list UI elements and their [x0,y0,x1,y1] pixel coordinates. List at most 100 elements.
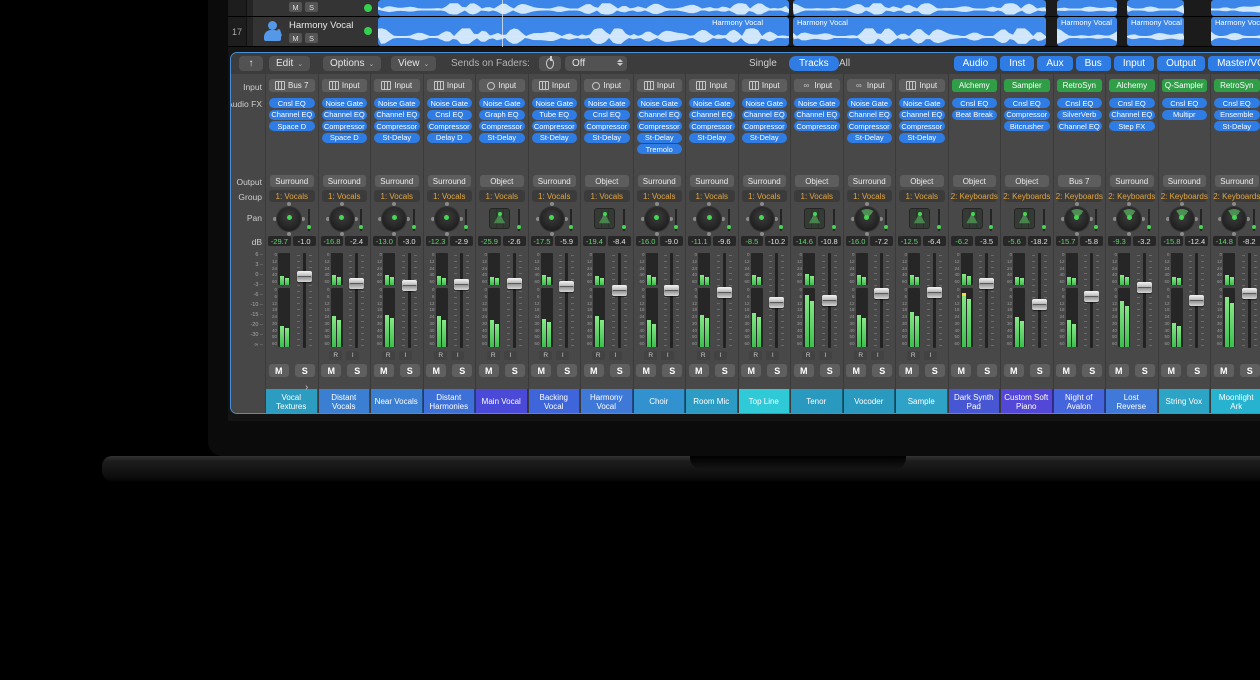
input-monitor-button[interactable]: I [661,351,674,360]
pan-control[interactable] [1001,205,1053,235]
group-slot[interactable]: 1: Vocals [269,190,315,202]
group-slot[interactable]: 2: Keyboards [952,190,998,202]
record-enable-button[interactable]: R [697,351,710,360]
track-name-tag[interactable]: Night of Avalon [1054,389,1106,414]
audio-region[interactable]: Harmony Vocal [378,17,789,46]
surround-pan-knob[interactable] [645,207,669,231]
volume-fader[interactable] [1137,253,1153,348]
group-slot[interactable]: 2: Keyboards [1004,190,1050,202]
volume-db-value[interactable]: -16.0 [846,236,869,246]
fader-cap[interactable] [297,271,312,282]
output-slot[interactable]: Surround [533,175,577,187]
input-slot[interactable]: Input [742,79,788,92]
track-name-tag[interactable]: Sample [896,389,948,414]
volume-fader[interactable] [1032,253,1048,348]
fx-plugin-slot[interactable]: Compressor [532,121,578,131]
input-slot[interactable]: Input [637,79,683,92]
track-header[interactable]: M S [253,0,378,16]
fx-plugin-slot[interactable]: Compressor [742,121,788,131]
fx-plugin-slot[interactable]: St-Delay [689,133,735,143]
volume-fader[interactable] [1084,253,1100,348]
input-monitor-button[interactable]: I [504,351,517,360]
pan-control[interactable] [476,205,528,235]
surround-pan-knob[interactable] [750,207,774,231]
volume-fader[interactable] [297,253,313,348]
surround-pan-knob[interactable] [1117,207,1141,231]
solo-button[interactable]: S [295,364,315,377]
solo-button[interactable]: S [1240,364,1260,377]
group-slot[interactable]: 1: Vocals [479,190,525,202]
input-monitor-button[interactable]: I [766,351,779,360]
solo-button[interactable]: S [872,364,892,377]
fx-plugin-slot[interactable]: Cnsl EQ [1109,98,1155,108]
volume-fader[interactable] [1189,253,1205,348]
fx-plugin-slot[interactable]: Noise Gate [742,98,788,108]
solo-button[interactable]: S [347,364,367,377]
record-enable-button[interactable]: R [329,351,342,360]
fx-plugin-slot[interactable]: Noise Gate [584,98,630,108]
fader-cap[interactable] [349,278,364,289]
fx-plugin-slot[interactable]: Compressor [427,121,473,131]
fx-plugin-slot[interactable]: Delay D [427,133,473,143]
group-slot[interactable]: 1: Vocals [689,190,735,202]
object-panner-pad[interactable] [1014,208,1035,229]
input-slot[interactable]: Input [689,79,735,92]
fx-plugin-slot[interactable]: Channel EQ [322,110,368,120]
channel-format-icon[interactable] [696,81,706,90]
audio-region[interactable] [1057,0,1117,16]
fx-plugin-slot[interactable]: Step FX [1109,121,1155,131]
volume-fader[interactable] [349,253,365,348]
channel-format-icon[interactable] [275,81,285,90]
instrument-slot[interactable]: Q-Sampler [1162,79,1208,92]
output-slot[interactable]: Object [1005,175,1049,187]
solo-button[interactable]: S [557,364,577,377]
peak-db-value[interactable]: -9.0 [660,236,683,246]
fx-plugin-slot[interactable]: Noise Gate [899,98,945,108]
spread-slider[interactable] [936,209,942,231]
fx-plugin-slot[interactable]: Tube EQ [532,110,578,120]
output-slot[interactable]: Object [900,175,944,187]
audio-region[interactable] [1211,0,1260,16]
output-slot[interactable]: Surround [690,175,734,187]
volume-fader[interactable] [769,253,785,348]
peak-db-value[interactable]: -9.6 [713,236,736,246]
track-name-tag[interactable]: Vocoder [844,389,896,414]
fx-plugin-slot[interactable]: Noise Gate [427,98,473,108]
channel-format-icon[interactable] [592,82,600,90]
solo-button[interactable]: S [610,364,630,377]
view-mode-single[interactable]: Single [749,58,777,69]
fader-cap[interactable] [454,279,469,290]
mute-button[interactable]: M [1214,364,1234,377]
filter-button-inst[interactable]: Inst [1000,56,1034,71]
fader-cap[interactable] [979,278,994,289]
pan-control[interactable] [739,205,791,235]
back-button[interactable]: ↑ [239,56,263,71]
object-panner-pad[interactable] [909,208,930,229]
fader-cap[interactable] [1242,288,1257,299]
pan-control[interactable] [1054,205,1106,235]
spread-slider[interactable] [988,209,994,231]
fx-plugin-slot[interactable]: Compressor [1004,110,1050,120]
fx-plugin-slot[interactable]: St-Delay [899,133,945,143]
fader-cap[interactable] [822,295,837,306]
volume-db-value[interactable]: -25.9 [478,236,501,246]
instrument-slot[interactable]: RetroSyn [1057,79,1103,92]
input-slot[interactable]: Input [584,79,630,92]
peak-db-value[interactable]: -2.9 [450,236,473,246]
surround-pan-knob[interactable] [1170,207,1194,231]
pan-control[interactable] [634,205,686,235]
output-slot[interactable]: Surround [375,175,419,187]
pan-control[interactable] [424,205,476,235]
mute-button[interactable]: M [531,364,551,377]
fx-plugin-slot[interactable]: Ensemble [1214,110,1260,120]
output-slot[interactable]: Object [795,175,839,187]
peak-db-value[interactable]: -8.2 [1238,236,1260,246]
volume-fader[interactable] [1242,253,1258,348]
mute-button[interactable]: M [426,364,446,377]
fx-plugin-slot[interactable]: Multipr [1162,110,1208,120]
group-slot[interactable]: 1: Vocals [899,190,945,202]
spread-slider[interactable] [306,209,312,231]
volume-db-value[interactable]: -12.5 [898,236,921,246]
pan-control[interactable] [319,205,371,235]
group-slot[interactable]: 2: Keyboards [1057,190,1103,202]
